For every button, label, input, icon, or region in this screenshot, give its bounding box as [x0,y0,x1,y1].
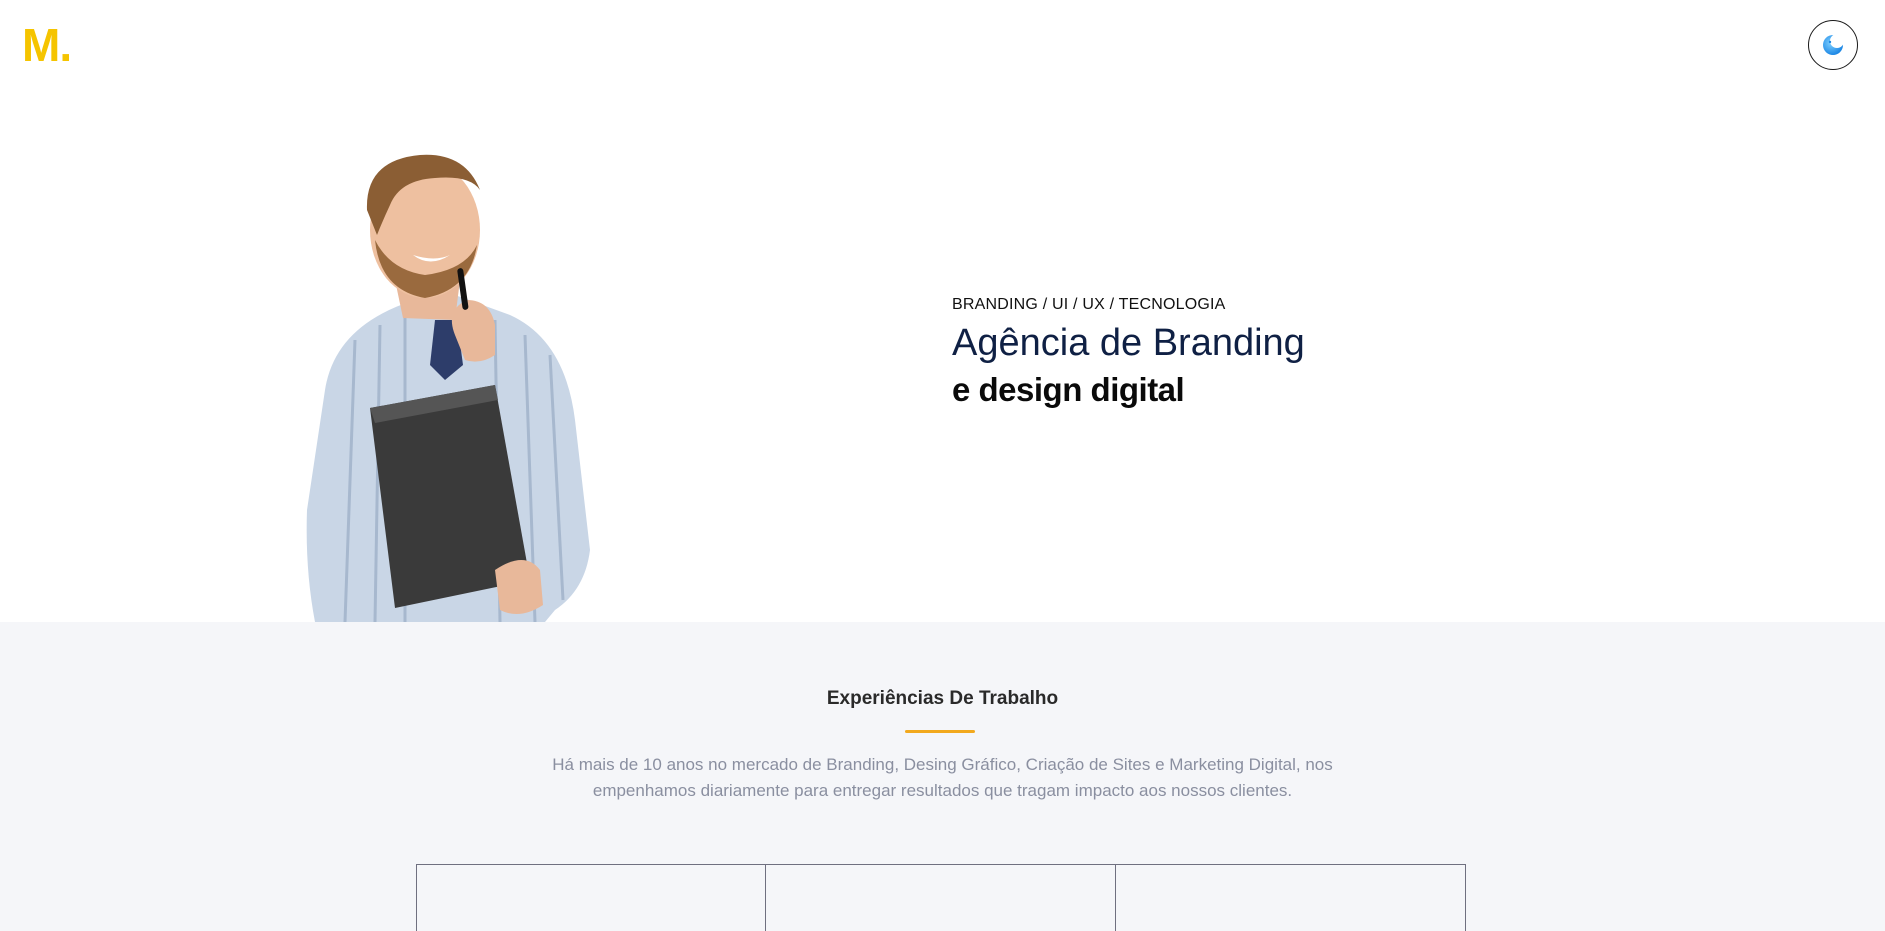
title-underline [905,730,975,733]
logo[interactable]: M. [22,18,72,72]
experience-title: Experiências De Trabalho [826,688,1059,709]
moon-icon [1823,34,1844,55]
hero-text: BRANDING / UI / UX / TECNOLOGIA Agência … [952,296,1305,409]
hero-person-image [306,154,590,622]
theme-toggle-button[interactable] [1808,20,1858,70]
hero-section: BRANDING / UI / UX / TECNOLOGIA Agência … [0,100,1885,622]
experience-card[interactable] [766,864,1116,931]
hero-subheadline: e design digital [952,371,1185,408]
site-header: M. [0,0,1885,100]
experience-cards [416,864,1466,931]
experience-section: Experiências De Trabalho Há mais de 10 a… [0,622,1885,931]
experience-card[interactable] [1116,864,1466,931]
hero-eyebrow: BRANDING / UI / UX / TECNOLOGIA [952,296,1226,313]
hero-headline: Agência de Branding [952,322,1305,364]
experience-card[interactable] [416,864,766,931]
experience-description: Há mais de 10 anos no mercado de Brandin… [552,755,1333,800]
